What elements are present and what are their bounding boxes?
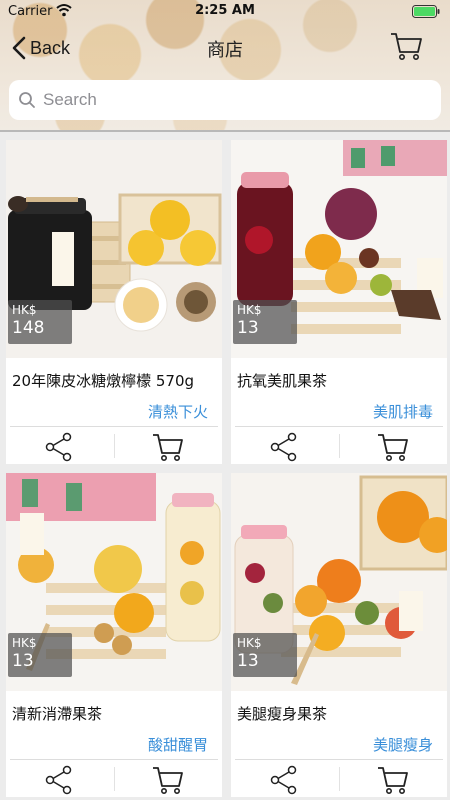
- price-value: 13: [237, 318, 259, 338]
- price-badge: HK$ 13: [233, 300, 297, 344]
- nav-bar: Back 商店: [0, 28, 450, 68]
- product-card[interactable]: HK$ 13 美腿瘦身果茶 美腿瘦身: [231, 473, 447, 797]
- price-currency: HK$: [237, 303, 262, 317]
- status-bar: Carrier 2:25 AM: [0, 0, 450, 22]
- cart-icon[interactable]: [152, 432, 184, 462]
- price-currency: HK$: [237, 636, 262, 650]
- price-value: 13: [237, 651, 259, 671]
- divider: [235, 759, 443, 760]
- product-name[interactable]: 美腿瘦身果茶: [237, 703, 327, 724]
- divider: [10, 426, 218, 427]
- product-card[interactable]: HK$ 13 清新消滯果茶 酸甜醒胃: [6, 473, 222, 797]
- search-bar[interactable]: [9, 80, 441, 120]
- product-card[interactable]: HK$ 13 抗氧美肌果茶 美肌排毒: [231, 140, 447, 464]
- divider: [114, 767, 115, 791]
- product-tag: 美腿瘦身: [372, 736, 433, 754]
- cart-icon[interactable]: [152, 765, 184, 795]
- divider: [235, 426, 443, 427]
- cart-icon[interactable]: [390, 31, 424, 61]
- product-name[interactable]: 清新消滯果茶: [12, 703, 102, 724]
- page-title: 商店: [207, 40, 243, 61]
- product-tag: 美肌排毒: [372, 403, 433, 421]
- share-icon[interactable]: [269, 765, 299, 795]
- product-card[interactable]: HK$ 148 20年陳皮冰糖燉檸檬 570g 清熱下火: [6, 140, 222, 464]
- price-currency: HK$: [12, 636, 37, 650]
- share-icon[interactable]: [44, 432, 74, 462]
- status-time: 2:25 AM: [195, 3, 255, 18]
- price-currency: HK$: [12, 303, 37, 317]
- divider: [114, 434, 115, 458]
- product-name[interactable]: 20年陳皮冰糖燉檸檬 570g: [12, 370, 194, 391]
- price-badge: HK$ 148: [8, 300, 72, 344]
- cart-icon[interactable]: [377, 432, 409, 462]
- divider: [339, 767, 340, 791]
- product-name[interactable]: 抗氧美肌果茶: [237, 370, 327, 391]
- price-value: 13: [12, 651, 34, 671]
- share-icon[interactable]: [269, 432, 299, 462]
- price-value: 148: [12, 318, 45, 338]
- product-tag: 清熱下火: [147, 403, 208, 421]
- search-input[interactable]: [43, 90, 423, 110]
- divider: [339, 434, 340, 458]
- share-icon[interactable]: [44, 765, 74, 795]
- divider: [10, 759, 218, 760]
- battery-icon: [412, 5, 440, 18]
- search-icon: [19, 92, 35, 108]
- product-tag: 酸甜醒胃: [147, 736, 208, 754]
- cart-icon[interactable]: [377, 765, 409, 795]
- price-badge: HK$ 13: [233, 633, 297, 677]
- price-badge: HK$ 13: [8, 633, 72, 677]
- header: Carrier 2:25 AM Back 商店: [0, 0, 450, 132]
